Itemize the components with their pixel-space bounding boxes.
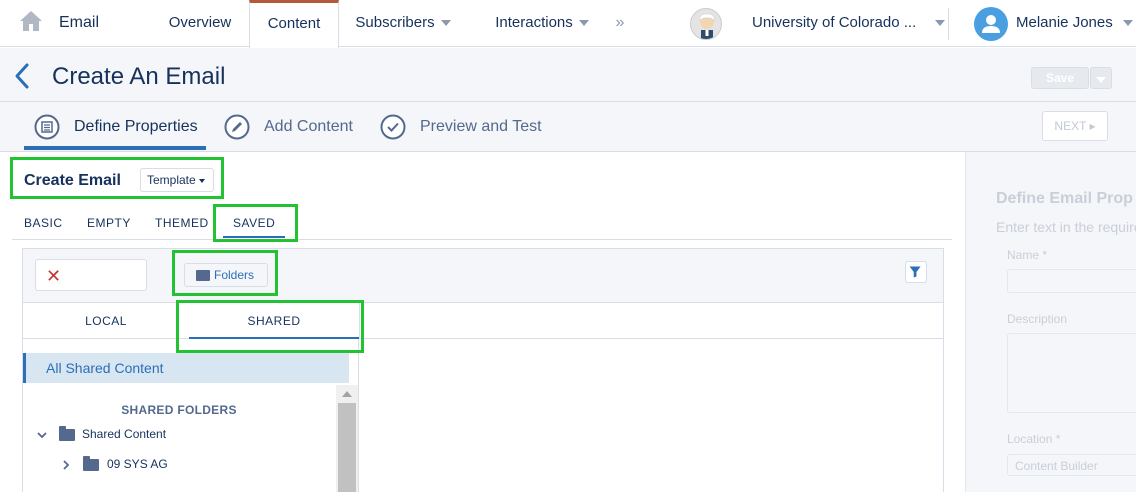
all-shared-content-item[interactable]: All Shared Content (23, 353, 349, 383)
step-label: Add Content (264, 118, 353, 135)
user-icon (982, 15, 1000, 33)
location-label: Location * (1007, 432, 1061, 446)
define-properties-panel: Define Email Prop Enter text in the requ… (965, 152, 1136, 492)
chevron-down-icon (440, 20, 451, 27)
tab-themed[interactable]: THEMED (155, 216, 209, 230)
step-label: Preview and Test (420, 118, 542, 135)
scroll-up-icon[interactable] (342, 391, 352, 397)
tree-node-shared-content[interactable]: Shared Content (35, 426, 235, 443)
org-avatar[interactable] (690, 8, 722, 40)
scroll-thumb[interactable] (338, 403, 356, 492)
step-preview-and-test[interactable]: Preview and Test (380, 102, 550, 152)
name-label: Name * (1007, 248, 1048, 262)
saved-content-browser: ✕ Folders LOCAL SHARED All Shared Conten… (22, 248, 944, 492)
nav-interactions[interactable]: Interactions (478, 0, 606, 47)
wizard-steps: Define Properties Add Content Preview an… (0, 102, 1136, 152)
org-chevron-down-icon[interactable] (935, 20, 945, 26)
save-options-button[interactable] (1090, 67, 1112, 89)
active-step-indicator (24, 146, 206, 150)
shared-folders-header: SHARED FOLDERS (121, 403, 237, 417)
tab-local[interactable]: LOCAL (23, 303, 189, 339)
highlight-box (176, 300, 364, 353)
user-avatar[interactable] (974, 7, 1008, 41)
next-label: NEXT (1054, 119, 1087, 133)
step-label: Define Properties (74, 118, 198, 135)
location-tabs: LOCAL SHARED (23, 303, 943, 339)
highlight-box (10, 157, 224, 199)
shared-folders-list: SHARED FOLDERS Shared Content 09 SYS AG (23, 385, 335, 492)
properties-icon (34, 114, 60, 140)
tab-basic[interactable]: BASIC (24, 216, 63, 230)
highlight-box (213, 204, 298, 242)
checkmark-icon (380, 114, 406, 140)
description-field[interactable] (1007, 333, 1136, 413)
next-button[interactable]: NEXT ▸ (1042, 111, 1108, 141)
page-header: Create An Email Save (0, 48, 1136, 102)
app-name[interactable]: Email (59, 14, 99, 32)
nav-more-icon[interactable]: » (612, 0, 628, 47)
tab-empty[interactable]: EMPTY (87, 216, 131, 230)
org-name[interactable]: University of Colorado ... (752, 14, 916, 31)
highlight-box (172, 250, 278, 296)
chevron-down-icon (578, 20, 589, 27)
home-icon[interactable] (19, 10, 43, 32)
user-chevron-down-icon[interactable] (1123, 20, 1133, 26)
location-field[interactable]: Content Builder (1007, 454, 1136, 476)
close-icon[interactable]: ✕ (46, 266, 61, 287)
pencil-icon (224, 114, 250, 140)
page-title: Create An Email (52, 63, 226, 90)
chevron-down-icon (1096, 77, 1106, 84)
nav-interactions-label: Interactions (495, 14, 573, 31)
folder-tree-panel: All Shared Content SHARED FOLDERS Shared… (23, 339, 359, 492)
save-button[interactable]: Save (1031, 67, 1089, 89)
nav-subscribers[interactable]: Subscribers (340, 0, 466, 47)
tree-scrollbar[interactable] (336, 385, 358, 492)
folder-icon (83, 456, 99, 471)
chevron-down-icon[interactable] (37, 430, 47, 440)
einstein-avatar-icon (698, 13, 716, 39)
nav-subscribers-label: Subscribers (355, 14, 435, 31)
chevron-right-icon[interactable] (61, 460, 71, 470)
nav-overview[interactable]: Overview (152, 0, 248, 47)
user-name[interactable]: Melanie Jones (1016, 14, 1113, 31)
clear-selection-field[interactable]: ✕ (35, 259, 147, 291)
description-label: Description (1007, 312, 1068, 326)
name-field[interactable] (1007, 269, 1136, 293)
step-add-content[interactable]: Add Content (224, 102, 364, 152)
tree-node-09-sys-ag[interactable]: 09 SYS AG (59, 456, 259, 473)
divider (948, 8, 949, 40)
step-define-properties[interactable]: Define Properties (34, 102, 204, 152)
browser-toolbar: ✕ Folders (23, 249, 943, 303)
filter-icon (909, 266, 921, 278)
location-value: Content Builder (1015, 459, 1098, 473)
nav-content[interactable]: Content (249, 0, 339, 50)
template-type-tabs: BASIC EMPTY THEMED SAVED (12, 208, 952, 240)
top-navigation: Email Overview Content Subscribers Inter… (0, 0, 1136, 50)
tree-node-label: 09 SYS AG (107, 457, 168, 471)
panel-title: Define Email Prop (996, 190, 1133, 207)
filter-button[interactable] (905, 261, 927, 283)
back-arrow-icon[interactable] (12, 62, 32, 90)
tree-node-label: Shared Content (82, 427, 167, 441)
folder-open-icon (59, 426, 75, 441)
main-panel: Create Email Template BASIC EMPTY THEMED… (0, 152, 965, 492)
panel-hint: Enter text in the require (996, 219, 1136, 235)
